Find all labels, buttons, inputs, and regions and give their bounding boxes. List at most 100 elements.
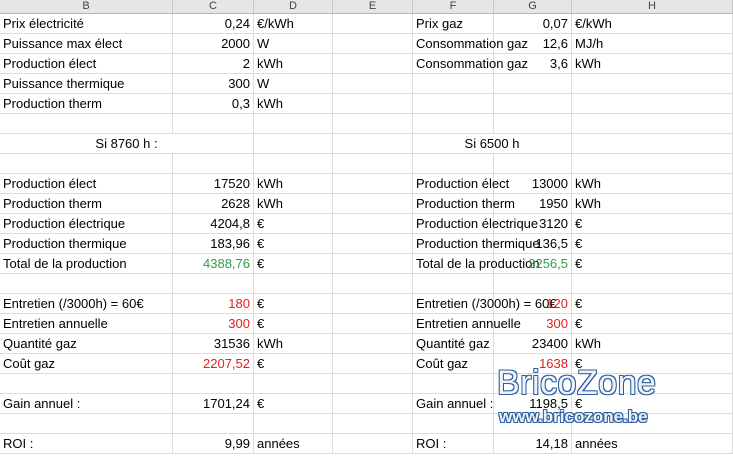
cell-c-row-14[interactable] xyxy=(173,274,254,294)
cell-h-row-13[interactable]: € xyxy=(572,254,733,274)
cell-c-row-18[interactable]: 2207,52 xyxy=(173,354,254,374)
cell-g-row-15[interactable]: 120 xyxy=(494,294,572,314)
cell-g-row-13[interactable]: 3256,5 xyxy=(494,254,572,274)
cell-d-row-21[interactable] xyxy=(254,414,333,434)
cell-d-row-18[interactable]: € xyxy=(254,354,333,374)
cell-c-row-9[interactable]: 17520 xyxy=(173,174,254,194)
cell-g-row-12[interactable]: 136,5 xyxy=(494,234,572,254)
cell-h-row-16[interactable]: € xyxy=(572,314,733,334)
cell-f-row-14[interactable] xyxy=(413,274,494,294)
cell-h-row-2[interactable]: MJ/h xyxy=(572,34,733,54)
cell-h-row-22[interactable]: années xyxy=(572,434,733,454)
cell-b-row-14[interactable] xyxy=(0,274,173,294)
cell-d-row-22[interactable]: années xyxy=(254,434,333,454)
cell-g-row-5[interactable] xyxy=(494,94,572,114)
cell-e-row-16[interactable] xyxy=(333,314,413,334)
cell-d-row-6[interactable] xyxy=(254,114,333,134)
cell-g-row-19[interactable] xyxy=(494,374,572,394)
cell-e-row-5[interactable] xyxy=(333,94,413,114)
cell-d-row-13[interactable]: € xyxy=(254,254,333,274)
cell-e-row-19[interactable] xyxy=(333,374,413,394)
cell-f-row-3[interactable]: Consommation gaz xyxy=(413,54,528,74)
cell-g-row-22[interactable]: 14,18 xyxy=(494,434,572,454)
cell-b-row-20[interactable]: Gain annuel : xyxy=(0,394,173,414)
cell-d-row-12[interactable]: € xyxy=(254,234,333,254)
cell-b-row-13[interactable]: Total de la production xyxy=(0,254,173,274)
cell-g-row-20[interactable]: 1198,5 xyxy=(494,394,572,414)
cell-b-row-8[interactable] xyxy=(0,154,173,174)
cell-g-row-8[interactable] xyxy=(494,154,572,174)
cell-e-row-14[interactable] xyxy=(333,274,413,294)
cell-g-row-11[interactable]: 3120 xyxy=(494,214,572,234)
column-header-f[interactable]: F xyxy=(413,0,494,14)
cell-b-row-21[interactable] xyxy=(0,414,173,434)
cell-f-row-18[interactable]: Coût gaz xyxy=(413,354,494,374)
cell-h-row-1[interactable]: €/kWh xyxy=(572,14,733,34)
cell-b-row-1[interactable]: Prix électricité xyxy=(0,14,173,34)
cell-f-row-9[interactable]: Production élect xyxy=(413,174,509,194)
cell-f-row-21[interactable] xyxy=(413,414,494,434)
cell-f-row-1[interactable]: Prix gaz xyxy=(413,14,494,34)
cell-e-row-1[interactable] xyxy=(333,14,413,34)
cell-c-row-15[interactable]: 180 xyxy=(173,294,254,314)
cell-e-row-2[interactable] xyxy=(333,34,413,54)
cell-b-row-5[interactable]: Production therm xyxy=(0,94,173,114)
cell-f-row-15[interactable]: Entretien (/3000h) = 60€ xyxy=(413,294,557,314)
cell-f-row-11[interactable]: Production électrique xyxy=(413,214,538,234)
cell-d-row-4[interactable]: W xyxy=(254,74,333,94)
cell-e-row-15[interactable] xyxy=(333,294,413,314)
cell-b-row-10[interactable]: Production therm xyxy=(0,194,173,214)
cell-b-row-15[interactable]: Entretien (/3000h) = 60€ xyxy=(0,294,173,314)
cell-h-row-15[interactable]: € xyxy=(572,294,733,314)
cell-f-row-19[interactable] xyxy=(413,374,494,394)
cell-h-row-10[interactable]: kWh xyxy=(572,194,733,214)
cell-e-row-9[interactable] xyxy=(333,174,413,194)
cell-c-row-17[interactable]: 31536 xyxy=(173,334,254,354)
cell-f-row-2[interactable]: Consommation gaz xyxy=(413,34,528,54)
cell-d-row-3[interactable]: kWh xyxy=(254,54,333,74)
cell-g-row-9[interactable]: 13000 xyxy=(494,174,572,194)
cell-g-row-10[interactable]: 1950 xyxy=(494,194,572,214)
column-header-e[interactable]: E xyxy=(333,0,413,14)
cell-d-row-20[interactable]: € xyxy=(254,394,333,414)
cell-b-row-22[interactable]: ROI : xyxy=(0,434,173,454)
cell-e-row-8[interactable] xyxy=(333,154,413,174)
cell-g-row-2[interactable]: 12,6 xyxy=(494,34,572,54)
cell-d-row-9[interactable]: kWh xyxy=(254,174,333,194)
cell-g-row-17[interactable]: 23400 xyxy=(494,334,572,354)
cell-b-row-4[interactable]: Puissance thermique xyxy=(0,74,173,94)
cell-b-row-2[interactable]: Puissance max élect xyxy=(0,34,173,54)
cell-f-row-8[interactable] xyxy=(413,154,494,174)
cell-b-row-9[interactable]: Production élect xyxy=(0,174,173,194)
column-header-c[interactable]: C xyxy=(173,0,254,14)
cell-h-row-20[interactable]: € xyxy=(572,394,733,414)
cell-c-row-13[interactable]: 4388,76 xyxy=(173,254,254,274)
cell-d-row-10[interactable]: kWh xyxy=(254,194,333,214)
cell-d-row-8[interactable] xyxy=(254,154,333,174)
cell-c-row-3[interactable]: 2 xyxy=(173,54,254,74)
cell-b-row-19[interactable] xyxy=(0,374,173,394)
cell-b-row-16[interactable]: Entretien annuelle xyxy=(0,314,173,334)
column-header-h[interactable]: H xyxy=(572,0,733,14)
cell-d-row-2[interactable]: W xyxy=(254,34,333,54)
cell-c-row-8[interactable] xyxy=(173,154,254,174)
cell-e-row-4[interactable] xyxy=(333,74,413,94)
cell-f-row-4[interactable] xyxy=(413,74,494,94)
cell-g-row-1[interactable]: 0,07 xyxy=(494,14,572,34)
column-header-d[interactable]: D xyxy=(254,0,333,14)
cell-d-row-17[interactable]: kWh xyxy=(254,334,333,354)
cell-h-row-6[interactable] xyxy=(572,114,733,134)
cell-h-row-4[interactable] xyxy=(572,74,733,94)
cell-h-row-17[interactable]: kWh xyxy=(572,334,733,354)
cell-h-row-14[interactable] xyxy=(572,274,733,294)
cell-g-row-18[interactable]: 1638 xyxy=(494,354,572,374)
column-header-b[interactable]: B xyxy=(0,0,173,14)
cell-b-row-7[interactable]: Si 8760 h : xyxy=(0,134,254,154)
cell-e-row-22[interactable] xyxy=(333,434,413,454)
cell-g-row-14[interactable] xyxy=(494,274,572,294)
cell-f-row-10[interactable]: Production therm xyxy=(413,194,515,214)
cell-h-row-21[interactable] xyxy=(572,414,733,434)
cell-e-row-6[interactable] xyxy=(333,114,413,134)
cell-e-row-17[interactable] xyxy=(333,334,413,354)
cell-e-row-11[interactable] xyxy=(333,214,413,234)
